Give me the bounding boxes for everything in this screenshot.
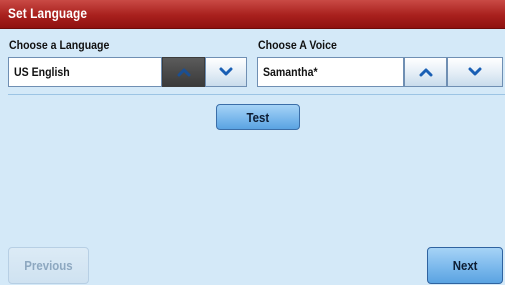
window-title: Set Language <box>8 5 88 21</box>
voice-down-button[interactable] <box>447 57 503 87</box>
previous-button[interactable]: Previous <box>8 247 89 284</box>
next-button[interactable]: Next <box>427 247 503 284</box>
language-value: US English <box>14 65 70 79</box>
voice-up-button[interactable] <box>404 57 447 87</box>
chevron-down-icon <box>219 67 233 76</box>
language-label: Choose a Language <box>9 38 110 52</box>
test-button-label: Test <box>246 109 270 125</box>
language-up-button[interactable] <box>162 57 205 87</box>
voice-value: Samantha* <box>263 65 318 79</box>
previous-button-label: Previous <box>24 258 73 273</box>
language-field[interactable]: US English <box>8 57 162 87</box>
set-language-screen: Set Language Choose a Language US Englis… <box>0 0 505 285</box>
chevron-up-icon <box>419 68 432 77</box>
language-down-button[interactable] <box>205 57 247 87</box>
next-button-label: Next <box>452 258 478 273</box>
title-bar: Set Language <box>0 0 505 29</box>
voice-label: Choose A Voice <box>258 38 337 52</box>
chevron-up-icon <box>177 68 190 77</box>
voice-field[interactable]: Samantha* <box>257 57 404 87</box>
test-button[interactable]: Test <box>216 104 300 130</box>
chevron-down-icon <box>468 67 482 76</box>
section-divider <box>8 94 505 95</box>
